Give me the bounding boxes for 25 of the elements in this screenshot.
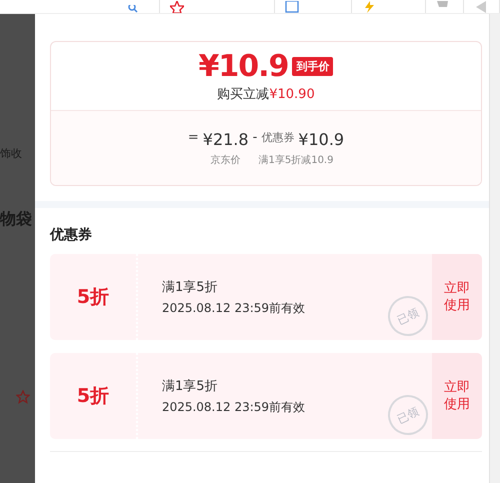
coupon-value: 5折 bbox=[76, 384, 110, 409]
coupon-caption: 满1享5折减10.9 bbox=[258, 154, 334, 166]
base-price-caption: 京东价 bbox=[210, 154, 240, 166]
minus-sign: - bbox=[252, 130, 258, 144]
use-now-button[interactable]: 立即使用 bbox=[432, 254, 482, 340]
scrollbar-track[interactable] bbox=[489, 14, 500, 483]
coupon-amount: ¥10.9 bbox=[298, 130, 344, 148]
star-icon[interactable] bbox=[16, 390, 30, 404]
coupon-validity: 2025.08.12 23:59前有效 bbox=[162, 398, 306, 416]
equals-sign: = bbox=[188, 130, 199, 144]
coupon-condition: 满1享5折 bbox=[162, 278, 218, 296]
section-title: 优惠券 bbox=[50, 226, 93, 244]
coupon-value: 5折 bbox=[76, 285, 110, 310]
base-price: ¥21.8 bbox=[202, 130, 249, 148]
final-price: ¥10.9 bbox=[198, 49, 288, 84]
discount-amount: ¥10.90 bbox=[269, 87, 315, 102]
search-icon[interactable] bbox=[128, 5, 138, 13]
star-icon[interactable] bbox=[170, 1, 184, 13]
discount-label: 购买立减 bbox=[217, 87, 270, 102]
use-now-button[interactable]: 立即使用 bbox=[432, 353, 482, 439]
coupon-label: 优惠券 bbox=[261, 130, 294, 144]
final-price-tag: 到手价 bbox=[292, 57, 334, 76]
document-icon[interactable] bbox=[285, 1, 299, 13]
coupon-condition: 满1享5折 bbox=[162, 378, 218, 394]
coupon-validity: 2025.08.12 23:59前有效 bbox=[162, 300, 306, 316]
